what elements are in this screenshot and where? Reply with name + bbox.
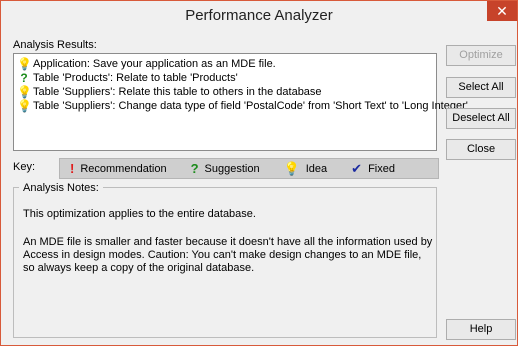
key-idea-label: Idea — [305, 162, 328, 175]
deselect-all-button[interactable]: Deselect All — [446, 108, 516, 129]
key-suggestion: ? Suggestion — [191, 161, 260, 176]
key-recommendation-label: Recommendation — [80, 162, 167, 175]
notes-paragraph: This optimization applies to the entire … — [23, 208, 256, 220]
idea-icon: 💡 — [17, 85, 32, 99]
dialog-title: Performance Analyzer — [185, 7, 333, 24]
suggestion-icon: ? — [190, 161, 199, 176]
analysis-notes-text: This optimization applies to the entire … — [23, 208, 433, 290]
analysis-results-list[interactable]: 💡 Application: Save your application as … — [13, 53, 468, 151]
close-window-button[interactable]: ✕ — [487, 1, 517, 21]
result-item-text: Table 'Suppliers': Change data type of f… — [33, 100, 468, 112]
notes-paragraph: An MDE file is smaller and faster becaus… — [23, 236, 433, 274]
idea-icon: 💡 — [17, 57, 32, 71]
result-item[interactable]: 💡 Table 'Suppliers': Relate this table t… — [17, 85, 433, 99]
analysis-results-label: Analysis Results: — [13, 39, 97, 51]
key-idea: 💡 Idea — [284, 161, 328, 177]
result-item-text: Application: Save your application as an… — [33, 58, 276, 70]
optimize-button[interactable]: Optimize — [446, 45, 516, 66]
recommendation-icon: ! — [70, 161, 75, 176]
select-all-button[interactable]: Select All — [446, 77, 516, 98]
title-bar[interactable]: Performance Analyzer ✕ — [1, 1, 517, 31]
key-fixed: ✔ Fixed — [351, 161, 395, 177]
suggestion-icon: ? — [20, 71, 28, 85]
result-item[interactable]: ? Table 'Products': Relate to table 'Pro… — [17, 71, 433, 85]
key-legend: ! Recommendation ? Suggestion 💡 Idea ✔ F… — [59, 158, 439, 179]
result-item[interactable]: 💡 Application: Save your application as … — [17, 57, 433, 71]
idea-icon: 💡 — [283, 160, 300, 176]
key-label: Key: — [13, 161, 36, 173]
close-icon: ✕ — [496, 3, 508, 19]
close-button[interactable]: Close — [446, 139, 516, 160]
key-recommendation: ! Recommendation — [70, 161, 167, 176]
idea-icon: 💡 — [17, 99, 32, 113]
result-item-text: Table 'Suppliers': Relate this table to … — [33, 86, 322, 98]
help-button[interactable]: Help — [446, 319, 516, 340]
analysis-notes-label: Analysis Notes: — [19, 182, 103, 194]
checkmark-icon: ✔ — [351, 160, 363, 176]
key-fixed-label: Fixed — [368, 162, 395, 175]
performance-analyzer-dialog: Performance Analyzer ✕ Analysis Results:… — [0, 0, 518, 346]
key-suggestion-label: Suggestion — [204, 162, 260, 175]
result-item-text: Table 'Products': Relate to table 'Produ… — [33, 72, 238, 84]
result-item[interactable]: 💡 Table 'Suppliers': Change data type of… — [17, 99, 468, 113]
